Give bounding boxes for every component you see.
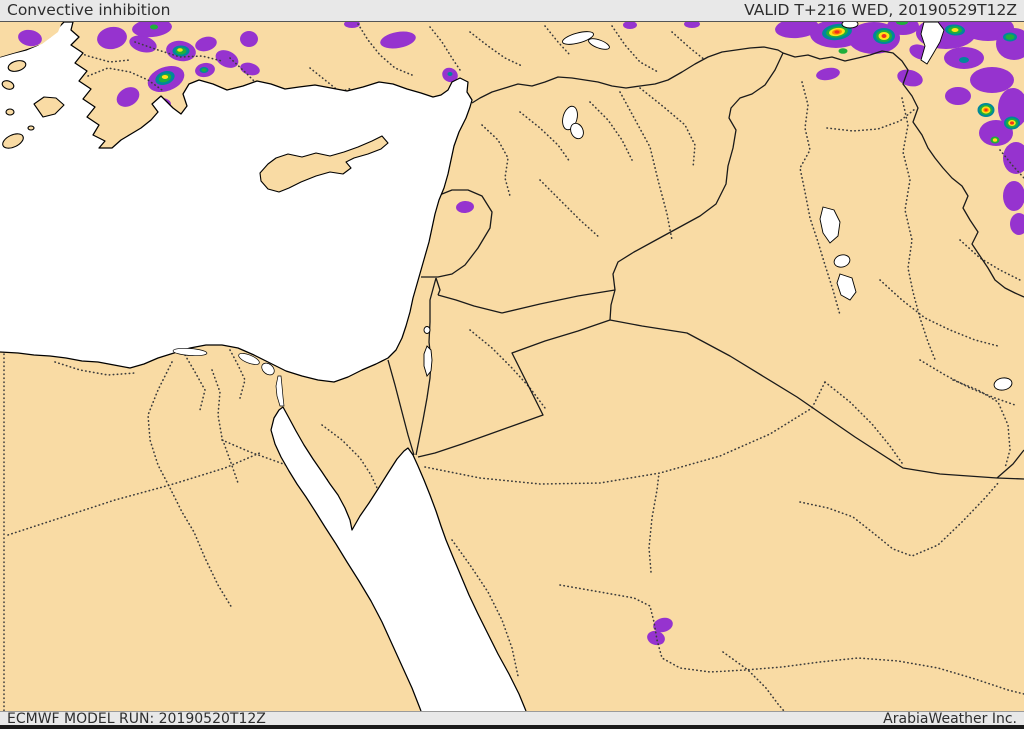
page-title: Convective inhibition	[7, 0, 171, 19]
sea-of-galilee	[423, 326, 431, 334]
aegean-island	[5, 108, 15, 116]
footer-bar: ECMWF MODEL RUN: 20190520T12Z ArabiaWeat…	[0, 710, 1024, 727]
weather-map-page: Convective inhibition VALID T+216 WED, 2…	[0, 0, 1024, 729]
company-credit: ArabiaWeather Inc.	[883, 710, 1017, 727]
lake-van-edge	[841, 22, 859, 29]
dead-sea	[423, 345, 433, 377]
map-area	[0, 22, 1024, 711]
map-canvas	[0, 22, 1024, 711]
aegean-islet	[27, 125, 35, 131]
header-bar: Convective inhibition VALID T+216 WED, 2…	[0, 0, 1024, 22]
valid-time-label: VALID T+216 WED, 20190529T12Z	[744, 0, 1017, 19]
model-run-label: ECMWF MODEL RUN: 20190520T12Z	[7, 710, 266, 727]
